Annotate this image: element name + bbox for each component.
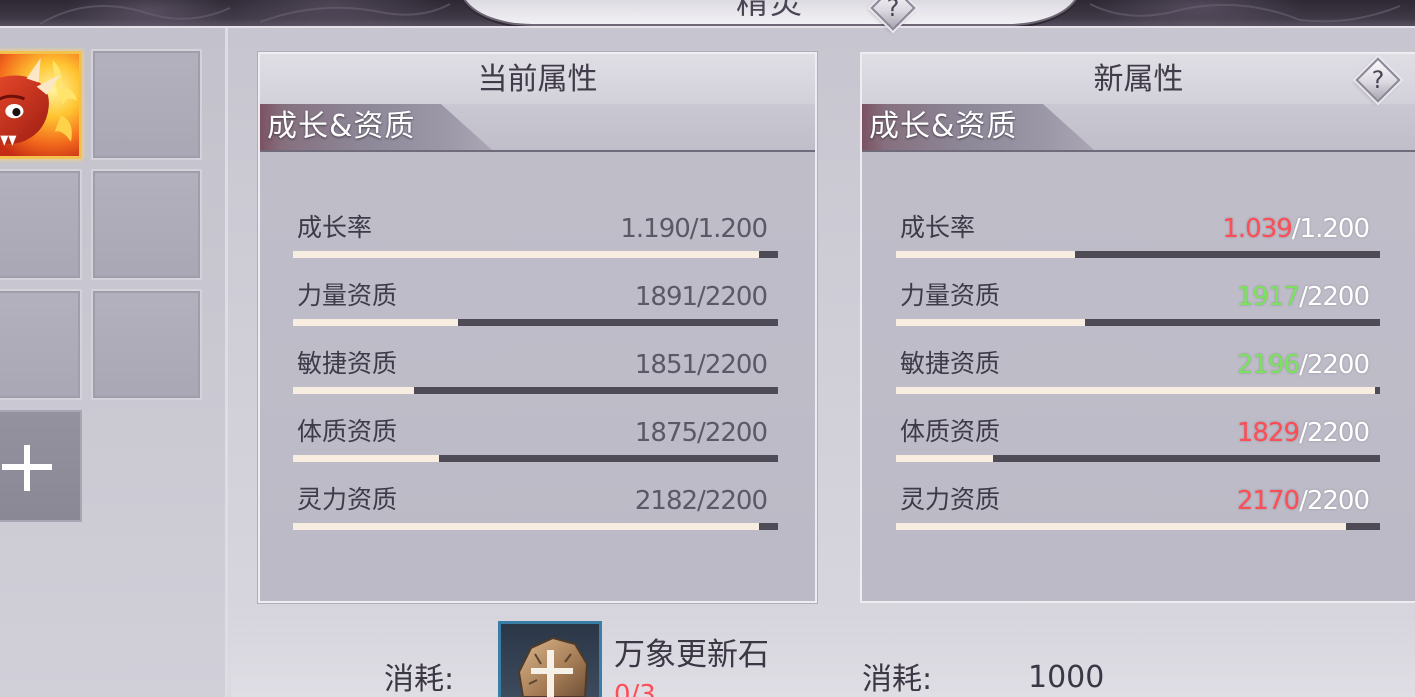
attr-value: 1917/2200 <box>1236 279 1370 315</box>
attr-value: 1891/2200 <box>634 282 768 312</box>
section-tab-label: 成长&资质 <box>267 109 416 144</box>
attr-max-value: /2200 <box>1299 282 1370 312</box>
attr-bar-fill <box>293 319 458 326</box>
attr-bar <box>896 523 1380 530</box>
attr-value: 1.039/1.200 <box>1222 211 1370 247</box>
attr-label: 灵力资质 <box>297 485 398 514</box>
attr-bar-fill <box>896 523 1347 530</box>
attr-label: 体质资质 <box>297 417 398 446</box>
section-header: 成长&资质 <box>260 104 815 152</box>
pet-list-panel <box>0 28 228 697</box>
attr-bar <box>293 387 778 394</box>
attr-value: 1829/2200 <box>1236 415 1370 451</box>
panel-title: 新属性 <box>1093 62 1184 97</box>
item-count: 0/3 <box>614 680 656 697</box>
attr-label: 力量资质 <box>297 281 398 310</box>
question-icon: ? <box>1371 66 1385 94</box>
header-bar: 精灵 <box>0 0 1415 28</box>
attr-bar-fill <box>896 319 1085 326</box>
attr-label: 成长率 <box>297 213 373 242</box>
attr-bar-fill <box>293 251 759 258</box>
attr-label: 敏捷资质 <box>900 349 1001 378</box>
attr-bar <box>293 251 778 258</box>
attr-row-constitution: 体质资质 1829/2200 <box>862 414 1415 464</box>
attr-row-strength: 力量资质 1891/2200 <box>260 278 815 328</box>
attr-new-value: 2196 <box>1236 350 1300 380</box>
attr-bar-fill <box>293 455 439 462</box>
attr-row-spirit: 灵力资质 2170/2200 <box>862 482 1415 532</box>
panel-header: 新属性 <box>862 54 1415 104</box>
attr-new-value: 1829 <box>1236 418 1300 448</box>
pet-slot[interactable] <box>91 289 202 400</box>
attr-new-value: 1917 <box>1236 282 1300 312</box>
new-attributes-panel: 新属性 成长&资质 成长率 1.039/1.200 力量资质 1917/2200… <box>860 52 1415 603</box>
attr-row-growth: 成长率 1.190/1.200 <box>260 210 815 260</box>
currency-cost-label: 消耗: <box>862 662 933 697</box>
item-name: 万象更新石 <box>614 637 769 673</box>
attr-row-spirit: 灵力资质 2182/2200 <box>260 482 815 532</box>
attr-bar <box>896 455 1380 462</box>
attr-new-value: 2170 <box>1236 486 1300 516</box>
attr-bar-fill <box>896 455 993 462</box>
pet-slot[interactable] <box>0 169 82 280</box>
pet-slot[interactable] <box>0 289 82 400</box>
pet-slot[interactable] <box>0 51 82 159</box>
section-tab-label: 成长&资质 <box>869 109 1018 144</box>
attr-label: 体质资质 <box>900 417 1001 446</box>
attr-bar <box>896 387 1380 394</box>
pet-slot[interactable] <box>91 49 202 160</box>
pet-slot[interactable] <box>91 169 202 280</box>
attr-bar <box>293 455 778 462</box>
current-attributes-panel: 当前属性 成长&资质 成长率 1.190/1.200 力量资质 1891/220… <box>258 52 817 603</box>
attr-row-agility: 敏捷资质 1851/2200 <box>260 346 815 396</box>
attr-label: 力量资质 <box>900 281 1001 310</box>
attr-bar-fill <box>293 523 759 530</box>
attr-row-agility: 敏捷资质 2196/2200 <box>862 346 1415 396</box>
attr-bar-fill <box>896 387 1376 394</box>
renewal-stone-icon <box>517 636 589 697</box>
attr-bar <box>896 319 1380 326</box>
attr-row-strength: 力量资质 1917/2200 <box>862 278 1415 328</box>
attr-label: 敏捷资质 <box>297 349 398 378</box>
attr-value: 2196/2200 <box>1236 347 1370 383</box>
attr-value: 2182/2200 <box>634 486 768 516</box>
attr-value: 1875/2200 <box>634 418 768 448</box>
attr-max-value: /1.200 <box>1291 214 1370 244</box>
item-slot[interactable] <box>498 621 602 697</box>
panel-header: 当前属性 <box>260 54 815 104</box>
attr-row-constitution: 体质资质 1875/2200 <box>260 414 815 464</box>
question-icon: ? <box>886 0 900 22</box>
attr-label: 成长率 <box>900 213 976 242</box>
fire-dragon-avatar <box>0 54 79 156</box>
attr-new-value: 1.039 <box>1222 214 1292 244</box>
attr-max-value: /2200 <box>1299 350 1370 380</box>
title-plate: 精灵 <box>462 0 1078 24</box>
attr-bar-fill <box>293 387 415 394</box>
attr-label: 灵力资质 <box>900 485 1001 514</box>
attr-max-value: /2200 <box>1299 486 1370 516</box>
item-cost-label: 消耗: <box>384 662 455 697</box>
attr-row-growth: 成长率 1.039/1.200 <box>862 210 1415 260</box>
attr-bar <box>896 251 1380 258</box>
currency-amount: 1000 <box>1028 660 1105 695</box>
section-header: 成长&资质 <box>862 104 1415 152</box>
cost-bar: 消耗: 万象更新石 0/3 消耗: 1000 <box>231 614 1415 697</box>
page-title: 精灵 <box>735 0 804 21</box>
add-slot-button[interactable] <box>0 410 82 522</box>
attr-bar-fill <box>896 251 1076 258</box>
attr-value: 1.190/1.200 <box>620 214 768 244</box>
attr-value: 2170/2200 <box>1236 483 1370 519</box>
attr-bar <box>293 523 778 530</box>
attr-bar <box>293 319 778 326</box>
panel-title: 当前属性 <box>477 62 598 97</box>
plus-icon <box>2 445 52 491</box>
attr-value: 1851/2200 <box>634 350 768 380</box>
attr-max-value: /2200 <box>1299 418 1370 448</box>
